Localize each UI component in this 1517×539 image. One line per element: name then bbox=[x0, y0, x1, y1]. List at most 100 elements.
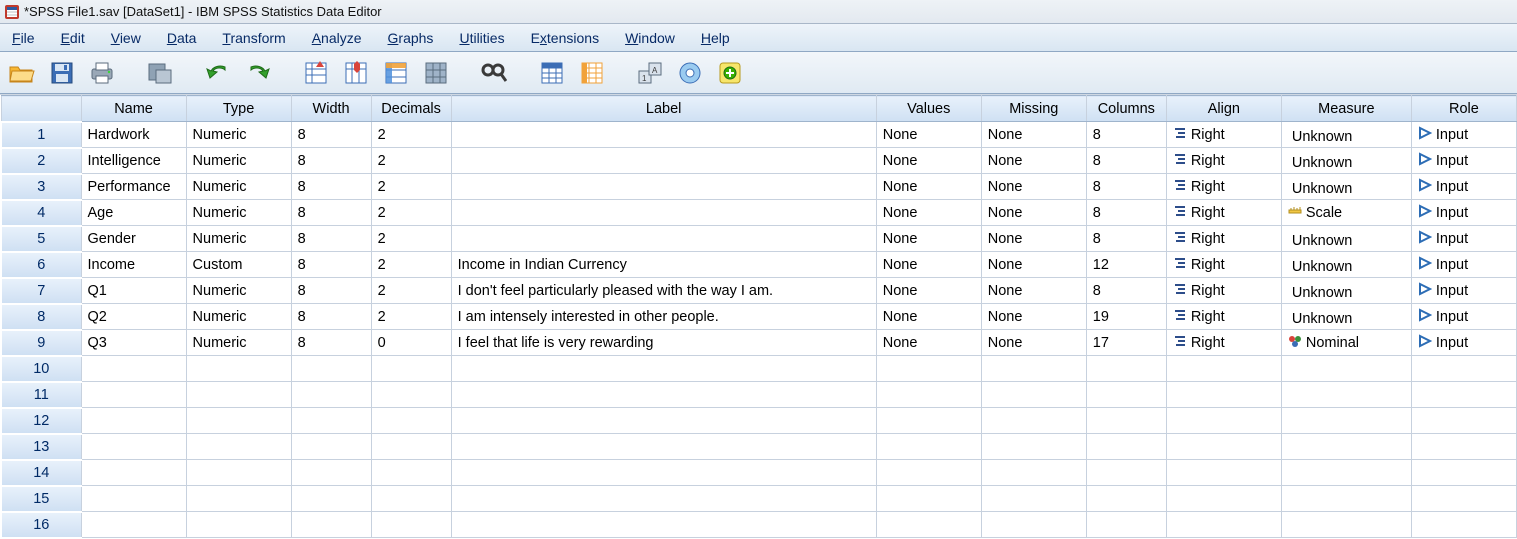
weight-cases-icon[interactable] bbox=[674, 57, 706, 89]
row-number[interactable]: 7 bbox=[1, 278, 81, 304]
cell-role[interactable]: Input bbox=[1411, 122, 1516, 148]
empty-cell[interactable] bbox=[981, 382, 1086, 408]
row-number[interactable]: 5 bbox=[1, 226, 81, 252]
cell-label[interactable] bbox=[451, 200, 876, 226]
cell-align[interactable]: Right bbox=[1166, 304, 1281, 330]
cell-role[interactable]: Input bbox=[1411, 252, 1516, 278]
empty-cell[interactable] bbox=[291, 356, 371, 382]
empty-cell[interactable] bbox=[1086, 512, 1166, 538]
row-number[interactable]: 15 bbox=[1, 486, 81, 512]
row-number[interactable]: 8 bbox=[1, 304, 81, 330]
cell-label[interactable] bbox=[451, 148, 876, 174]
cell-columns[interactable]: 8 bbox=[1086, 148, 1166, 174]
col-decimals[interactable]: Decimals bbox=[371, 96, 451, 122]
empty-cell[interactable] bbox=[1281, 356, 1411, 382]
cell-measure[interactable]: Unknown bbox=[1281, 122, 1411, 148]
empty-cell[interactable] bbox=[186, 512, 291, 538]
empty-cell[interactable] bbox=[291, 408, 371, 434]
empty-cell[interactable] bbox=[876, 486, 981, 512]
menu-extensions[interactable]: Extensions bbox=[525, 28, 606, 48]
empty-cell[interactable] bbox=[186, 434, 291, 460]
col-measure[interactable]: Measure bbox=[1281, 96, 1411, 122]
empty-cell[interactable] bbox=[81, 486, 186, 512]
empty-cell[interactable] bbox=[371, 460, 451, 486]
cell-values[interactable]: None bbox=[876, 252, 981, 278]
empty-cell[interactable] bbox=[981, 486, 1086, 512]
cell-name[interactable]: Age bbox=[81, 200, 186, 226]
col-label[interactable]: Label bbox=[451, 96, 876, 122]
empty-cell[interactable] bbox=[1086, 434, 1166, 460]
empty-cell[interactable] bbox=[186, 382, 291, 408]
menu-data[interactable]: Data bbox=[161, 28, 203, 48]
cell-label[interactable]: I am intensely interested in other peopl… bbox=[451, 304, 876, 330]
menu-transform[interactable]: Transform bbox=[216, 28, 291, 48]
empty-cell[interactable] bbox=[1086, 460, 1166, 486]
cell-columns[interactable]: 8 bbox=[1086, 174, 1166, 200]
cell-label[interactable]: I don't feel particularly pleased with t… bbox=[451, 278, 876, 304]
cell-label[interactable]: Income in Indian Currency bbox=[451, 252, 876, 278]
cell-missing[interactable]: None bbox=[981, 278, 1086, 304]
print-icon[interactable] bbox=[86, 57, 118, 89]
cell-columns[interactable]: 17 bbox=[1086, 330, 1166, 356]
undo-icon[interactable] bbox=[202, 57, 234, 89]
cell-type[interactable]: Numeric bbox=[186, 174, 291, 200]
cell-width[interactable]: 8 bbox=[291, 252, 371, 278]
empty-cell[interactable] bbox=[1086, 408, 1166, 434]
empty-cell[interactable] bbox=[291, 382, 371, 408]
empty-cell[interactable] bbox=[1281, 382, 1411, 408]
cell-measure[interactable]: Unknown bbox=[1281, 226, 1411, 252]
empty-cell[interactable] bbox=[1281, 434, 1411, 460]
insert-variable-icon[interactable] bbox=[576, 57, 608, 89]
run-descriptives-icon[interactable] bbox=[420, 57, 452, 89]
empty-cell[interactable] bbox=[371, 512, 451, 538]
menu-graphs[interactable]: Graphs bbox=[382, 28, 440, 48]
recall-dialog-icon[interactable] bbox=[144, 57, 176, 89]
goto-case-icon[interactable] bbox=[300, 57, 332, 89]
cell-measure[interactable]: Unknown bbox=[1281, 148, 1411, 174]
cell-role[interactable]: Input bbox=[1411, 148, 1516, 174]
cell-columns[interactable]: 8 bbox=[1086, 226, 1166, 252]
empty-cell[interactable] bbox=[1281, 486, 1411, 512]
col-align[interactable]: Align bbox=[1166, 96, 1281, 122]
cell-type[interactable]: Numeric bbox=[186, 278, 291, 304]
empty-cell[interactable] bbox=[876, 356, 981, 382]
cell-decimals[interactable]: 2 bbox=[371, 148, 451, 174]
cell-width[interactable]: 8 bbox=[291, 200, 371, 226]
empty-cell[interactable] bbox=[291, 512, 371, 538]
cell-type[interactable]: Numeric bbox=[186, 122, 291, 148]
empty-cell[interactable] bbox=[451, 460, 876, 486]
open-icon[interactable] bbox=[6, 57, 38, 89]
cell-type[interactable]: Custom bbox=[186, 252, 291, 278]
row-number[interactable]: 6 bbox=[1, 252, 81, 278]
empty-cell[interactable] bbox=[291, 434, 371, 460]
cell-role[interactable]: Input bbox=[1411, 174, 1516, 200]
col-width[interactable]: Width bbox=[291, 96, 371, 122]
cell-width[interactable]: 8 bbox=[291, 304, 371, 330]
empty-cell[interactable] bbox=[1411, 512, 1516, 538]
cell-missing[interactable]: None bbox=[981, 330, 1086, 356]
cell-decimals[interactable]: 2 bbox=[371, 200, 451, 226]
row-number[interactable]: 4 bbox=[1, 200, 81, 226]
empty-cell[interactable] bbox=[1166, 408, 1281, 434]
empty-cell[interactable] bbox=[876, 434, 981, 460]
save-icon[interactable] bbox=[46, 57, 78, 89]
empty-cell[interactable] bbox=[451, 408, 876, 434]
cell-width[interactable]: 8 bbox=[291, 226, 371, 252]
cell-name[interactable]: Performance bbox=[81, 174, 186, 200]
empty-cell[interactable] bbox=[451, 434, 876, 460]
cell-values[interactable]: None bbox=[876, 278, 981, 304]
cell-measure[interactable]: Unknown bbox=[1281, 252, 1411, 278]
cell-measure[interactable]: Unknown bbox=[1281, 278, 1411, 304]
cell-role[interactable]: Input bbox=[1411, 304, 1516, 330]
empty-cell[interactable] bbox=[1411, 434, 1516, 460]
cell-type[interactable]: Numeric bbox=[186, 226, 291, 252]
cell-decimals[interactable]: 2 bbox=[371, 252, 451, 278]
cell-decimals[interactable]: 2 bbox=[371, 174, 451, 200]
row-number[interactable]: 10 bbox=[1, 356, 81, 382]
cell-measure[interactable]: Unknown bbox=[1281, 174, 1411, 200]
cell-measure[interactable]: Scale bbox=[1281, 200, 1411, 226]
cell-name[interactable]: Gender bbox=[81, 226, 186, 252]
col-type[interactable]: Type bbox=[186, 96, 291, 122]
cell-name[interactable]: Intelligence bbox=[81, 148, 186, 174]
cell-values[interactable]: None bbox=[876, 148, 981, 174]
